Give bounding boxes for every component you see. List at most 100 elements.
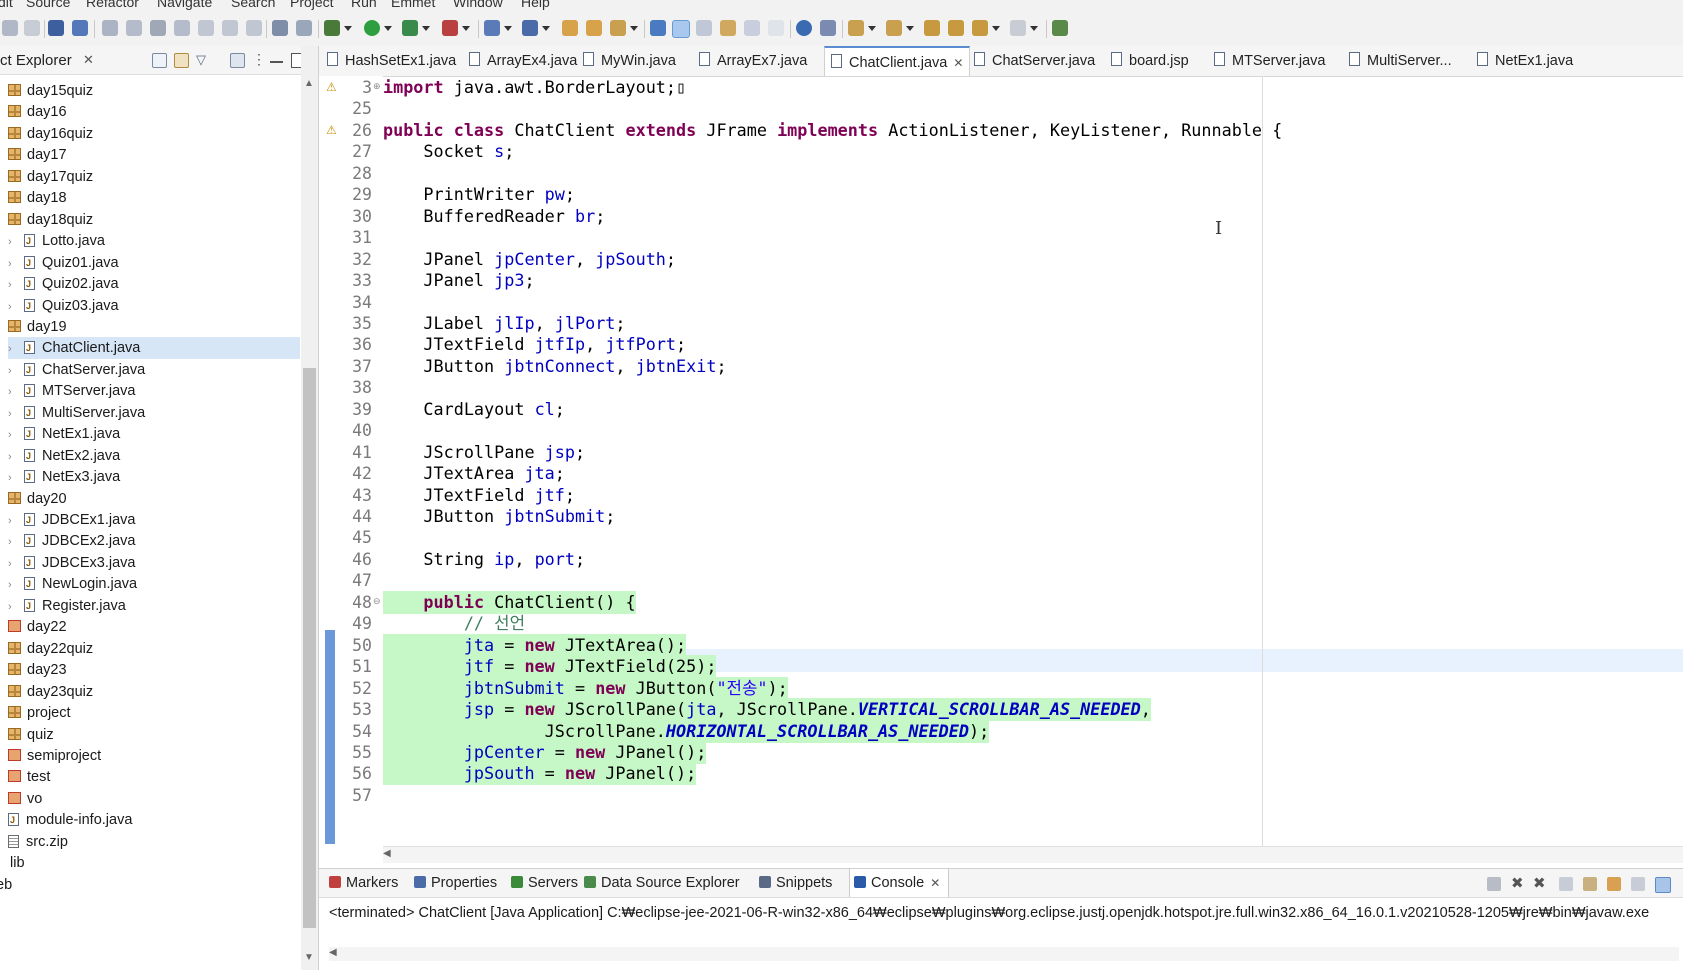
close-tab-icon[interactable]: ✕ <box>930 876 940 890</box>
code-line[interactable]: PrintWriter pw; <box>383 183 575 206</box>
display-console-icon[interactable] <box>1631 877 1645 891</box>
step-return-icon[interactable] <box>246 20 262 36</box>
server-dropdown-icon[interactable] <box>542 26 550 31</box>
code-line[interactable]: JLabel jlIp, jlPort; <box>383 312 625 335</box>
console-tab[interactable]: Snippets <box>759 869 832 897</box>
warning-icon[interactable]: ⚠ <box>326 123 338 137</box>
remove-all-icon[interactable]: ✖ <box>1533 876 1547 891</box>
tree-item[interactable]: › NetEx2.java <box>8 445 300 467</box>
new-window-icon[interactable] <box>48 20 64 36</box>
terminate-icon[interactable] <box>150 20 166 36</box>
tree-item[interactable]: module-info.java <box>8 809 300 831</box>
search-dropdown-icon[interactable] <box>630 26 638 31</box>
word-wrap-icon[interactable] <box>720 20 736 36</box>
tree-item[interactable]: day18 <box>8 187 300 209</box>
tree-item[interactable]: eb <box>0 874 300 896</box>
expand-arrow-icon[interactable]: › <box>8 274 18 296</box>
terminate-icon[interactable] <box>1487 877 1501 891</box>
tree-item[interactable]: project <box>8 702 300 724</box>
show-whitespace-icon[interactable] <box>744 20 760 36</box>
view-menu-icon[interactable]: ⋮ <box>252 52 266 66</box>
tree-item[interactable]: › NewLogin.java <box>8 573 300 595</box>
expand-arrow-icon[interactable]: › <box>8 467 18 489</box>
code-line[interactable]: jpSouth = new JPanel(); <box>383 762 697 786</box>
scroll-left-icon[interactable]: ◀ <box>329 947 337 958</box>
console-tab[interactable]: Properties <box>414 869 497 897</box>
close-icon[interactable]: ✕ <box>83 52 94 68</box>
pin-console-icon[interactable] <box>1607 877 1621 891</box>
coverage-icon[interactable] <box>402 20 418 36</box>
menu-navigate[interactable]: Navigate <box>157 0 212 10</box>
tree-item[interactable]: › Register.java <box>8 595 300 617</box>
external-tools-dropdown-icon[interactable] <box>462 26 470 31</box>
annotation-icon[interactable] <box>650 20 666 36</box>
minimize-icon[interactable] <box>270 53 283 63</box>
editor-tab[interactable]: ChatClient.java ✕ <box>824 46 971 76</box>
expand-arrow-icon[interactable]: › <box>8 510 18 532</box>
editor-tab[interactable]: ArrayEx7.java <box>699 46 807 76</box>
globe-icon[interactable] <box>796 20 812 36</box>
remove-launch-icon[interactable]: ✖ <box>1511 876 1525 891</box>
save-all-icon[interactable] <box>24 20 40 36</box>
code-line[interactable]: public ChatClient() { <box>383 590 636 614</box>
menu-search[interactable]: Search <box>231 0 275 10</box>
tree-item[interactable]: day15quiz <box>8 80 300 102</box>
tree-item[interactable]: › ChatServer.java <box>8 359 300 381</box>
tree-item[interactable]: › Quiz03.java <box>8 295 300 317</box>
open-folder-icon[interactable] <box>562 20 578 36</box>
tree-item[interactable]: day22 <box>8 616 300 638</box>
forward-dropdown-icon[interactable] <box>1030 26 1038 31</box>
menu-edit[interactable]: dit <box>0 0 13 10</box>
menu-project[interactable]: Project <box>290 0 334 10</box>
expand-arrow-icon[interactable]: › <box>8 424 18 446</box>
debug-icon[interactable] <box>324 20 340 36</box>
tree-item[interactable]: › lib <box>0 852 300 874</box>
tree-item[interactable]: › MTServer.java <box>8 380 300 402</box>
open-type-icon[interactable] <box>72 20 88 36</box>
last-edit-icon[interactable] <box>924 20 940 36</box>
scroll-left-icon[interactable]: ◀ <box>383 848 391 859</box>
code-line[interactable]: JButton jbtnConnect, jbtnExit; <box>383 355 726 378</box>
debug-dropdown-icon[interactable] <box>344 26 352 31</box>
next-annotation-dropdown-icon[interactable] <box>868 26 876 31</box>
code-line[interactable]: JScrollPane.HORIZONTAL_SCROLLBAR_AS_NEED… <box>383 719 990 743</box>
menu-refactor[interactable]: Refactor <box>86 0 139 10</box>
code-line[interactable]: JPanel jp3; <box>383 269 534 292</box>
external-tools-icon[interactable] <box>442 20 458 36</box>
warning-icon[interactable]: ⚠ <box>326 80 338 94</box>
menu-help[interactable]: Help <box>521 0 550 10</box>
expand-fold-icon[interactable]: ⊕ <box>373 81 381 92</box>
console-tab[interactable]: Servers <box>511 869 578 897</box>
code-line[interactable]: CardLayout cl; <box>383 398 564 421</box>
menu-source[interactable]: Source <box>26 0 70 10</box>
console-tab[interactable]: Console ✕ <box>849 869 950 897</box>
tree-item[interactable]: › JDBCEx2.java <box>8 530 300 552</box>
back-icon[interactable] <box>972 20 988 36</box>
tree-item[interactable]: › JDBCEx3.java <box>8 552 300 574</box>
expand-arrow-icon[interactable]: › <box>8 253 18 275</box>
open-perspective-icon[interactable] <box>1052 20 1068 36</box>
editor-tab[interactable]: MultiServer... <box>1349 46 1452 76</box>
run-icon[interactable] <box>364 20 380 36</box>
code-line[interactable]: BufferedReader br; <box>383 205 605 228</box>
expand-arrow-icon[interactable]: › <box>8 296 18 318</box>
editor-tab[interactable]: board.jsp <box>1111 46 1189 76</box>
tree-item[interactable]: vo <box>8 788 300 810</box>
expand-arrow-icon[interactable]: › <box>8 553 18 575</box>
tree-item[interactable]: quiz <box>8 724 300 746</box>
code-line[interactable]: JPanel jpCenter, jpSouth; <box>383 248 676 271</box>
editor-horizontal-scrollbar[interactable]: ◀ <box>383 846 1683 863</box>
previous-annotation-dropdown-icon[interactable] <box>906 26 914 31</box>
link-icon[interactable] <box>820 20 836 36</box>
tree-item[interactable]: › Lotto.java <box>8 230 300 252</box>
new-dropdown-icon[interactable] <box>504 26 512 31</box>
expand-arrow-icon[interactable]: › <box>0 853 4 875</box>
menu-emmet[interactable]: Emmet <box>391 0 435 10</box>
forward-edit-icon[interactable] <box>948 20 964 36</box>
code-line[interactable]: JButton jbtnSubmit; <box>383 505 615 528</box>
console-tab[interactable]: Markers <box>329 869 398 897</box>
editor-tab[interactable]: ArrayEx4.java <box>469 46 577 76</box>
scroll-down-icon[interactable]: ▼ <box>304 952 314 963</box>
console-horizontal-scrollbar[interactable]: ◀ <box>329 947 1679 961</box>
tree-item[interactable]: › NetEx3.java <box>8 466 300 488</box>
